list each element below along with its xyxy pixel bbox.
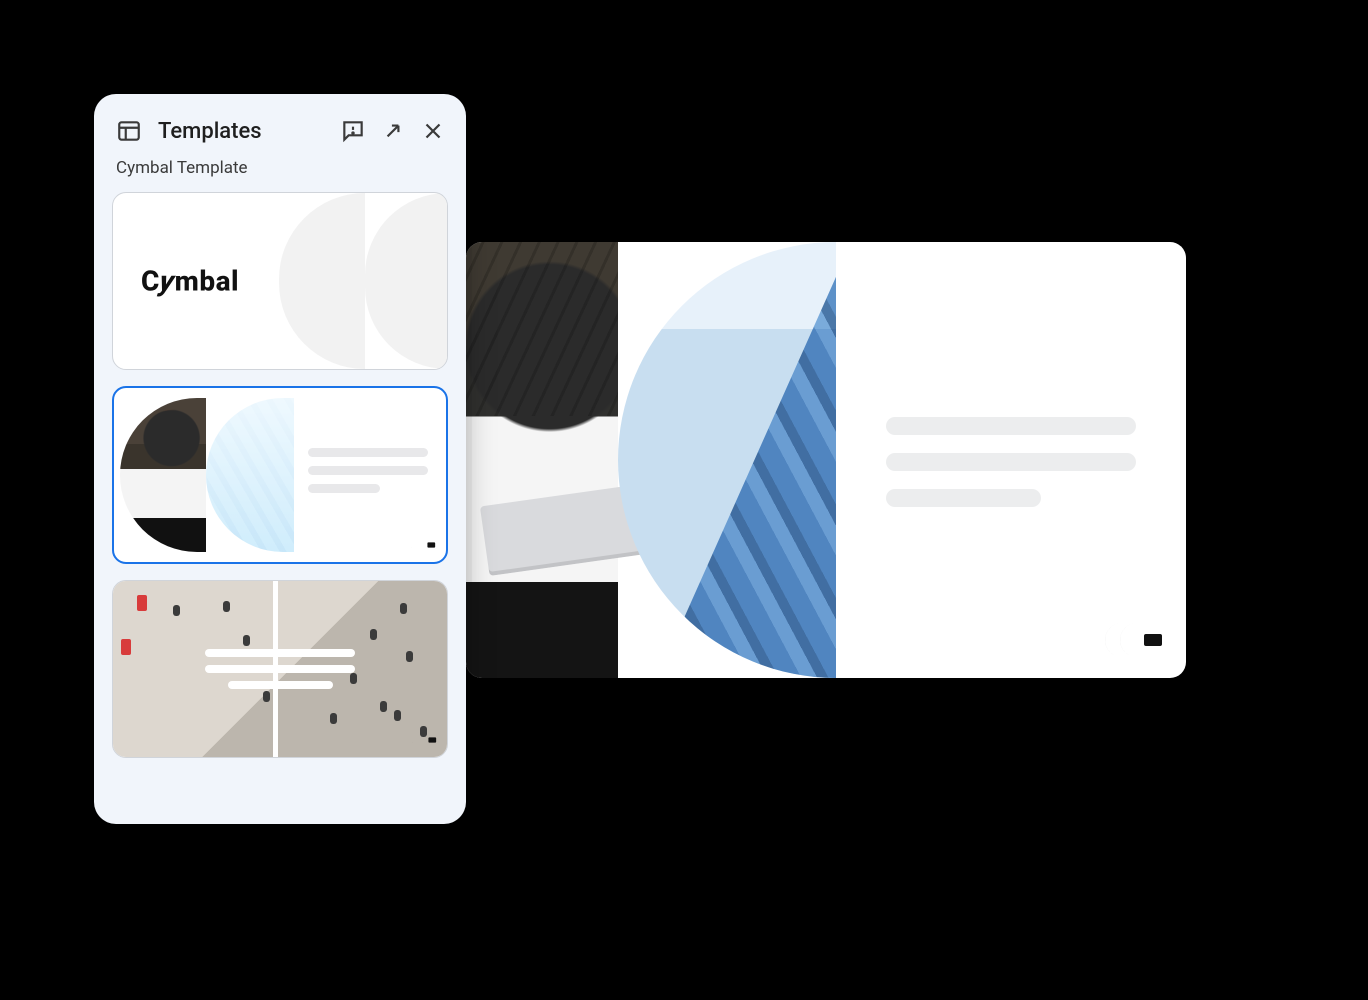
close-icon[interactable] bbox=[420, 118, 446, 144]
thumb-image-person bbox=[120, 398, 206, 552]
templates-panel: Templates Cymbal Template Cymbal bbox=[94, 94, 466, 824]
panel-subtitle: Cymbal Template bbox=[116, 158, 444, 178]
placeholder-text-lines bbox=[308, 448, 428, 502]
slide-preview bbox=[466, 242, 1186, 678]
template-thumb-people-building[interactable] bbox=[112, 386, 448, 564]
brand-wordmark: Cymbal bbox=[141, 265, 239, 298]
panel-header: Templates bbox=[112, 112, 448, 144]
brand-cc-icon bbox=[407, 731, 437, 749]
preview-image-building bbox=[618, 242, 836, 678]
panel-title: Templates bbox=[158, 119, 326, 144]
template-thumb-cymbal-title[interactable]: Cymbal bbox=[112, 192, 448, 370]
feedback-icon[interactable] bbox=[340, 118, 366, 144]
thumb-image-building bbox=[206, 398, 294, 552]
decor-half-right bbox=[365, 193, 447, 369]
expand-icon[interactable] bbox=[380, 118, 406, 144]
placeholder-text-lines bbox=[886, 417, 1136, 525]
placeholder-text-lines bbox=[205, 641, 355, 697]
layout-template-icon bbox=[116, 118, 142, 144]
decor-half-left bbox=[279, 193, 365, 369]
brand-cc-icon bbox=[406, 536, 436, 554]
brand-cc-icon bbox=[1094, 620, 1164, 660]
template-thumb-overhead-crowd[interactable] bbox=[112, 580, 448, 758]
preview-image-person bbox=[466, 242, 618, 678]
